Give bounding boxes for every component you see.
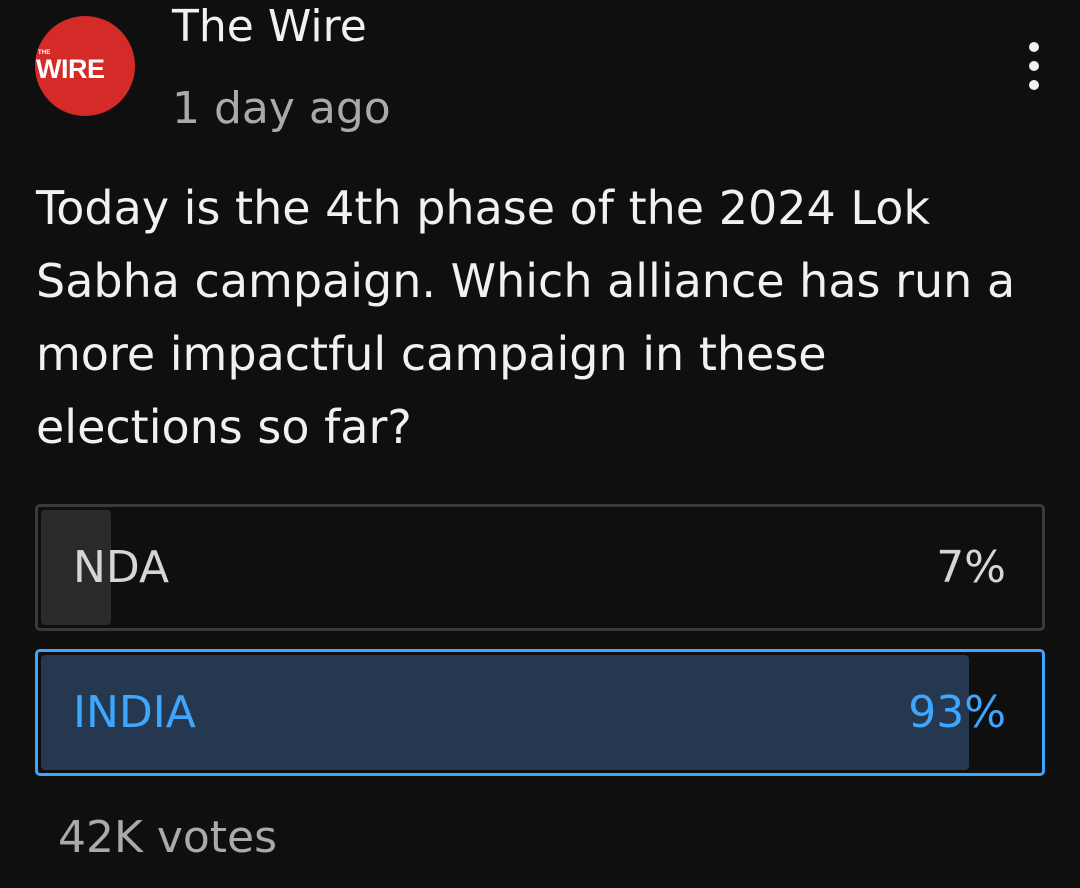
more-vert-icon[interactable]: [1010, 38, 1058, 94]
poll-option-label: INDIA: [73, 687, 196, 738]
vote-count: 42K votes: [58, 812, 278, 863]
poll-option-label: NDA: [73, 542, 170, 593]
logo-text: WIRE: [36, 54, 105, 84]
poll-question: Today is the 4th phase of the 2024 Lok S…: [36, 181, 1016, 454]
community-post: THE WIRE The Wire 1 day ago Today is the…: [0, 0, 1080, 888]
poll-option-percent: 93%: [908, 687, 1006, 738]
post-timestamp[interactable]: 1 day ago: [172, 83, 391, 135]
poll-option-india[interactable]: INDIA 93%: [35, 649, 1045, 776]
poll-option-percent: 7%: [936, 542, 1006, 593]
channel-avatar[interactable]: THE WIRE: [35, 16, 135, 116]
channel-name[interactable]: The Wire: [172, 1, 367, 53]
poll-option-nda[interactable]: NDA 7%: [35, 504, 1045, 631]
